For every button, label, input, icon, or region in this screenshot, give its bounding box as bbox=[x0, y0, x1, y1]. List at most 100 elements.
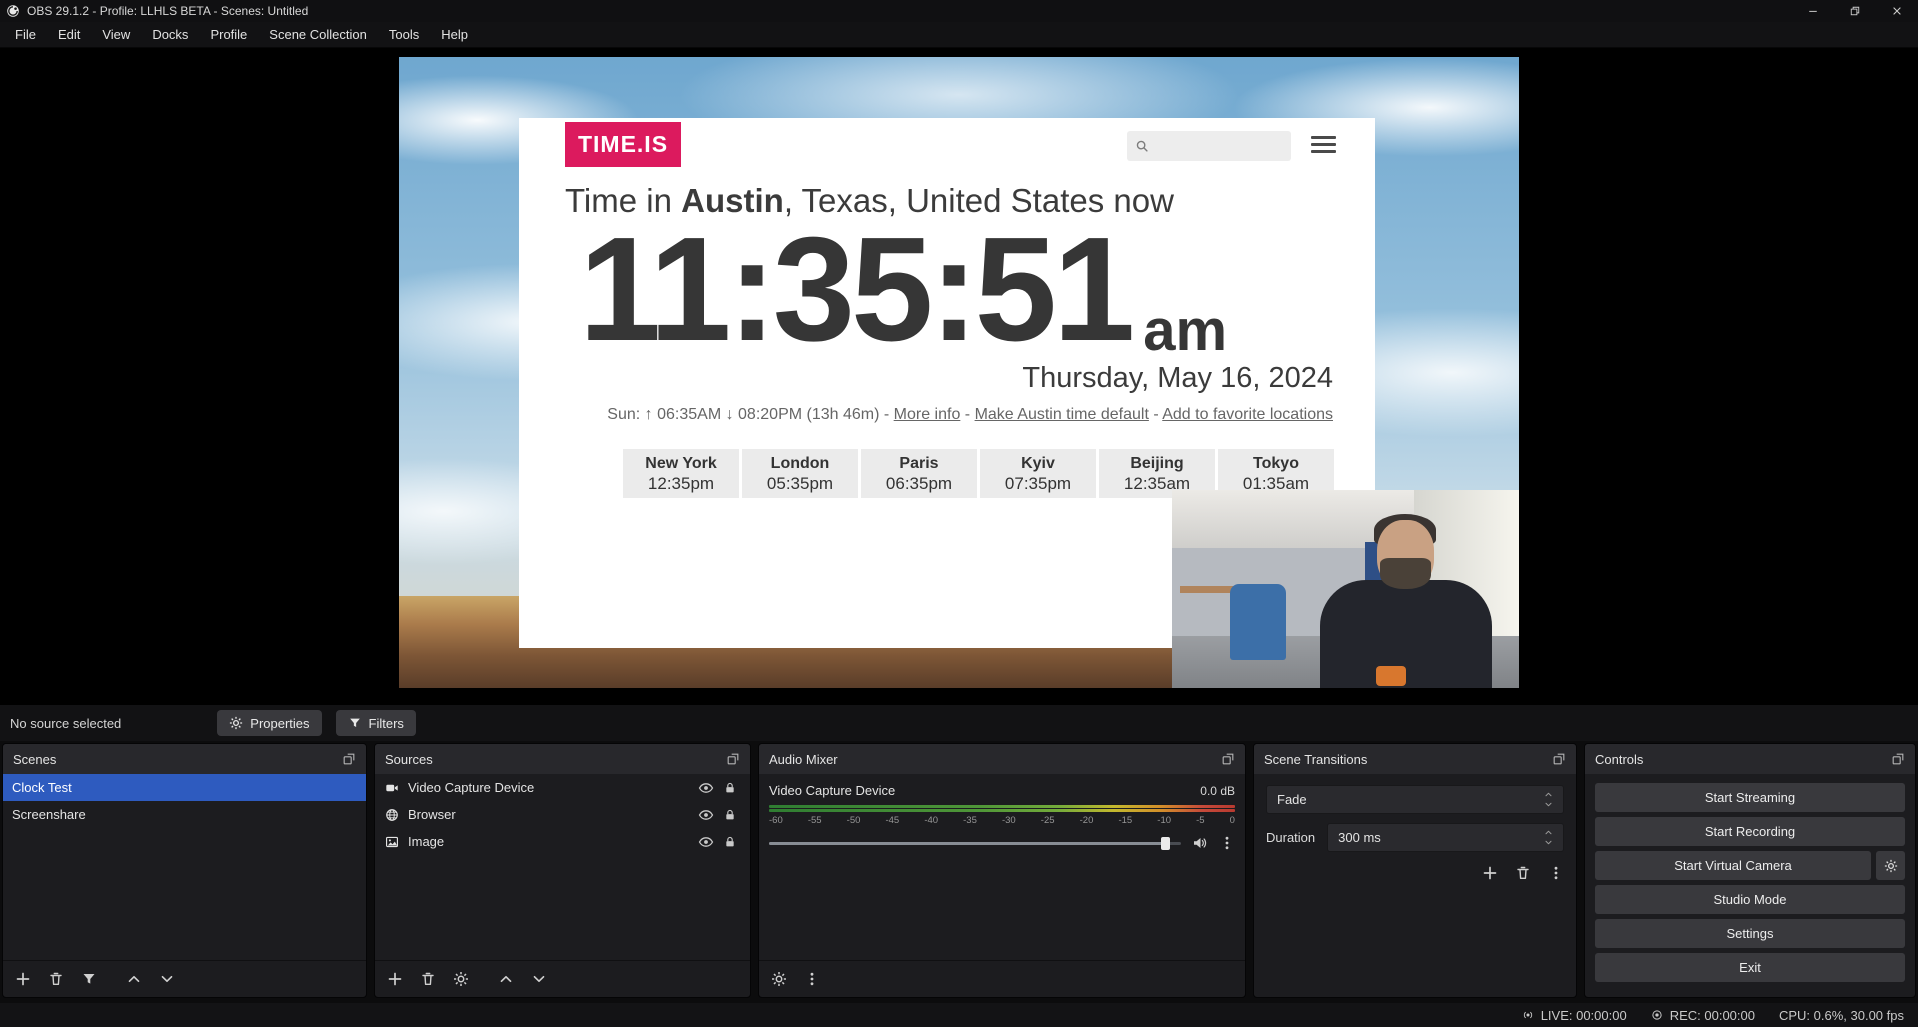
filter-icon bbox=[348, 716, 362, 730]
gear-icon bbox=[229, 716, 243, 730]
add-source-button[interactable] bbox=[387, 971, 403, 987]
more-info-link: More info bbox=[894, 406, 961, 423]
globe-icon bbox=[385, 808, 399, 822]
menu-view[interactable]: View bbox=[91, 22, 141, 47]
scene-move-down-button[interactable] bbox=[159, 971, 175, 987]
maximize-button[interactable] bbox=[1834, 0, 1876, 22]
exit-button[interactable]: Exit bbox=[1595, 953, 1905, 982]
scene-transitions-title: Scene Transitions bbox=[1264, 752, 1367, 767]
properties-button[interactable]: Properties bbox=[217, 710, 321, 736]
scene-item-clock-test[interactable]: Clock Test bbox=[3, 774, 366, 801]
city-tile-paris: Paris 06:35pm bbox=[861, 449, 977, 498]
webcam-overlay bbox=[1172, 490, 1519, 688]
window-controls bbox=[1792, 0, 1918, 22]
start-virtual-camera-button[interactable]: Start Virtual Camera bbox=[1595, 851, 1871, 880]
close-button[interactable] bbox=[1876, 0, 1918, 22]
transition-options-button[interactable] bbox=[1548, 865, 1564, 881]
live-status: LIVE: 00:00:00 bbox=[1522, 1008, 1627, 1023]
volume-meter bbox=[769, 805, 1235, 812]
close-icon bbox=[1891, 5, 1903, 17]
virtual-camera-config-button[interactable] bbox=[1876, 851, 1905, 880]
settings-button[interactable]: Settings bbox=[1595, 919, 1905, 948]
popout-icon[interactable] bbox=[1552, 752, 1566, 766]
lock-toggle[interactable] bbox=[723, 835, 737, 849]
source-toolbar: No source selected Properties Filters bbox=[0, 705, 1918, 741]
volume-slider[interactable] bbox=[769, 842, 1181, 845]
popout-icon[interactable] bbox=[1221, 752, 1235, 766]
add-favorite-link: Add to favorite locations bbox=[1162, 406, 1333, 423]
advanced-audio-button[interactable] bbox=[771, 971, 787, 987]
popout-icon[interactable] bbox=[726, 752, 740, 766]
source-move-up-button[interactable] bbox=[498, 971, 514, 987]
duration-spinbox[interactable]: 300 ms bbox=[1327, 823, 1564, 852]
camera-icon bbox=[385, 781, 399, 795]
volume-slider-handle[interactable] bbox=[1161, 837, 1170, 850]
transition-select[interactable]: Fade bbox=[1266, 785, 1564, 814]
menu-profile[interactable]: Profile bbox=[199, 22, 258, 47]
statusbar: LIVE: 00:00:00 REC: 00:00:00 CPU: 0.6%, … bbox=[0, 1003, 1918, 1027]
lock-toggle[interactable] bbox=[723, 808, 737, 822]
signal-icon bbox=[1522, 1009, 1534, 1021]
mixer-options-button[interactable] bbox=[804, 971, 820, 987]
sources-panel-title: Sources bbox=[385, 752, 433, 767]
scenes-panel-title: Scenes bbox=[13, 752, 56, 767]
visibility-toggle[interactable] bbox=[698, 807, 714, 823]
separator: - bbox=[960, 406, 974, 423]
webcam-person bbox=[1320, 516, 1492, 688]
visibility-toggle[interactable] bbox=[698, 780, 714, 796]
duration-label: Duration bbox=[1266, 830, 1315, 845]
menu-scene-collection[interactable]: Scene Collection bbox=[258, 22, 378, 47]
studio-mode-button[interactable]: Studio Mode bbox=[1595, 885, 1905, 914]
scene-preview[interactable]: TIME.IS Time in Austin, Texas, United St… bbox=[399, 57, 1519, 688]
search-icon bbox=[1135, 139, 1149, 153]
remove-source-button[interactable] bbox=[420, 971, 436, 987]
remove-transition-button[interactable] bbox=[1515, 865, 1531, 881]
sources-panel: Sources Video Capture Device Browser bbox=[374, 743, 751, 998]
scene-item-screenshare[interactable]: Screenshare bbox=[3, 801, 366, 828]
controls-panel-title: Controls bbox=[1595, 752, 1643, 767]
menu-edit[interactable]: Edit bbox=[47, 22, 91, 47]
scene-move-up-button[interactable] bbox=[126, 971, 142, 987]
popout-icon[interactable] bbox=[1891, 752, 1905, 766]
scene-filters-button[interactable] bbox=[81, 971, 97, 987]
menu-help[interactable]: Help bbox=[430, 22, 479, 47]
add-transition-button[interactable] bbox=[1482, 865, 1498, 881]
scenes-panel: Scenes Clock Test Screenshare bbox=[2, 743, 367, 998]
clock-ampm: am bbox=[1143, 302, 1227, 360]
rec-status: REC: 00:00:00 bbox=[1651, 1008, 1755, 1023]
timeis-sun-line: Sun: ↑ 06:35AM ↓ 08:20PM (13h 46m) - Mor… bbox=[559, 406, 1333, 424]
obs-logo-icon bbox=[6, 4, 20, 18]
source-move-down-button[interactable] bbox=[531, 971, 547, 987]
lock-toggle[interactable] bbox=[723, 781, 737, 795]
window-title: OBS 29.1.2 - Profile: LLHLS BETA - Scene… bbox=[27, 4, 308, 18]
db-scale: -60 -55 -50 -45 -40 -35 -30 -25 -20 -15 … bbox=[769, 815, 1235, 826]
timeis-search-box bbox=[1127, 131, 1291, 161]
source-row-browser[interactable]: Browser bbox=[375, 801, 750, 828]
menu-file[interactable]: File bbox=[4, 22, 47, 47]
filters-button[interactable]: Filters bbox=[336, 710, 416, 736]
preview-canvas: TIME.IS Time in Austin, Texas, United St… bbox=[0, 48, 1918, 705]
timeis-date: Thursday, May 16, 2024 bbox=[1022, 362, 1333, 395]
menu-tools[interactable]: Tools bbox=[378, 22, 430, 47]
timeis-logo: TIME.IS bbox=[565, 122, 681, 167]
cpu-status: CPU: 0.6%, 30.00 fps bbox=[1779, 1008, 1904, 1023]
source-row-image[interactable]: Image bbox=[375, 828, 750, 855]
make-default-link: Make Austin time default bbox=[975, 406, 1149, 423]
timeis-clock: 11:35:51 am bbox=[579, 216, 1227, 364]
popout-icon[interactable] bbox=[342, 752, 356, 766]
menu-docks[interactable]: Docks bbox=[141, 22, 199, 47]
add-scene-button[interactable] bbox=[15, 971, 31, 987]
start-streaming-button[interactable]: Start Streaming bbox=[1595, 783, 1905, 812]
mute-button[interactable] bbox=[1192, 835, 1208, 851]
obs-window: OBS 29.1.2 - Profile: LLHLS BETA - Scene… bbox=[0, 0, 1918, 1027]
source-properties-button[interactable] bbox=[453, 971, 469, 987]
separator: - bbox=[1149, 406, 1162, 423]
visibility-toggle[interactable] bbox=[698, 834, 714, 850]
scene-transitions-panel: Scene Transitions Fade Duration 300 ms bbox=[1253, 743, 1577, 998]
start-recording-button[interactable]: Start Recording bbox=[1595, 817, 1905, 846]
channel-options-button[interactable] bbox=[1219, 835, 1235, 851]
source-row-video-capture[interactable]: Video Capture Device bbox=[375, 774, 750, 801]
remove-scene-button[interactable] bbox=[48, 971, 64, 987]
clock-time: 11:35:51 bbox=[579, 216, 1131, 364]
minimize-button[interactable] bbox=[1792, 0, 1834, 22]
